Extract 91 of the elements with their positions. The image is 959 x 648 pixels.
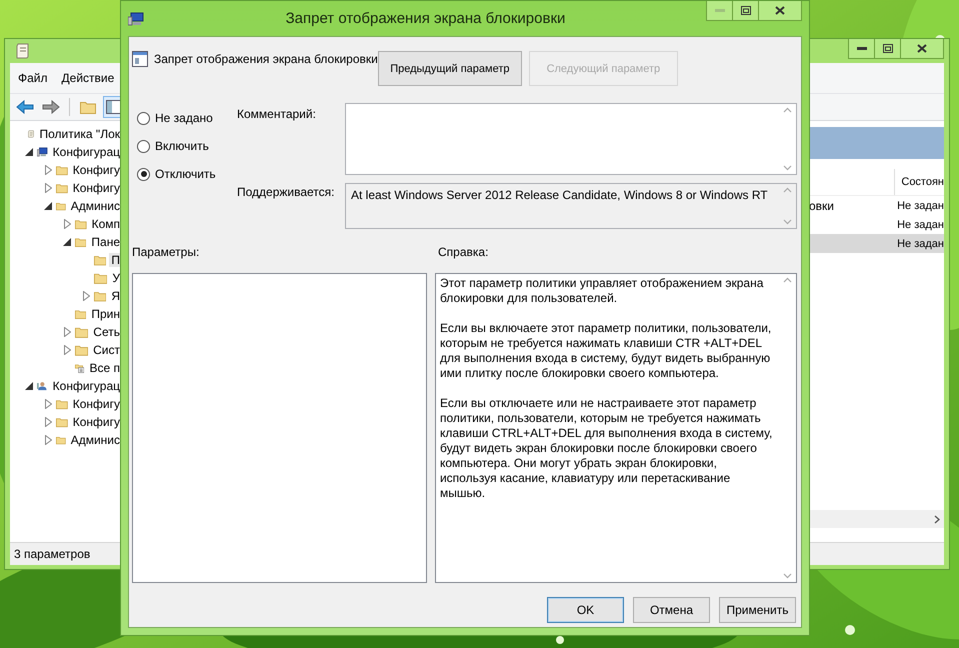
scroll-up-icon[interactable] <box>783 107 792 113</box>
collapsed-arrow-icon[interactable] <box>44 165 52 175</box>
collapsed-arrow-icon[interactable] <box>44 417 52 427</box>
tree-item[interactable]: Конфигу <box>70 163 122 177</box>
options-label: Параметры: <box>132 245 200 261</box>
table-cell: овки <box>809 198 834 212</box>
table-cell: Не задан <box>897 218 944 230</box>
menu-item[interactable]: Файл <box>18 71 48 85</box>
expanded-arrow-icon[interactable] <box>25 382 33 390</box>
panel-icon <box>106 100 122 114</box>
minimize-icon <box>714 8 724 12</box>
radio-option[interactable]: Не задано <box>137 108 237 128</box>
radio-button[interactable] <box>137 168 150 180</box>
help-label: Справка: <box>438 245 488 261</box>
close-icon <box>917 44 927 53</box>
tree-item[interactable]: Конфигурац <box>50 145 122 159</box>
maximize-icon <box>882 44 892 53</box>
back-arrow-icon <box>16 100 34 114</box>
radio-button[interactable] <box>137 140 150 152</box>
previous-setting-button[interactable]: Предыдущий параметр <box>378 51 522 86</box>
radio-option[interactable]: Отключить <box>137 164 237 184</box>
help-paragraph: Этот параметр политики управляет отображением экрана блокировки для пользователей. <box>440 276 764 306</box>
menu-item[interactable]: Действие <box>62 71 114 85</box>
setting-icon <box>132 51 148 67</box>
folder-icon <box>94 253 106 267</box>
tree-item[interactable]: Комп <box>90 217 122 231</box>
tree-item[interactable]: Все п <box>87 361 122 375</box>
scroll-icon <box>16 43 30 59</box>
minimize-button[interactable] <box>848 39 875 59</box>
supported-label: Поддерживается: <box>237 185 336 199</box>
status-text: 3 параметров <box>14 547 90 561</box>
radio-button[interactable] <box>137 112 150 124</box>
expanded-arrow-icon[interactable] <box>63 238 71 246</box>
tree-item[interactable]: Политика "Лок <box>37 127 122 141</box>
maximize-button[interactable] <box>874 39 901 59</box>
minimize-icon <box>856 46 866 50</box>
tree-item[interactable]: Конфигурац <box>50 379 122 393</box>
radio-option[interactable]: Включить <box>137 136 237 156</box>
table-cell: Не задан <box>897 200 944 212</box>
help-paragraph: Если вы отключаете или не настраиваете этот параметр политики, пользователи, которым не требуется нажимать клавиши CTRL+ALT+DEL для выполнения входа в систему, будут видеть экран блокировки после блокировки своего компьютера. Они могут убрать экран блокировки, используя касание, клавиатуру или перетаскивание мышью. <box>440 396 774 501</box>
computer-icon <box>128 12 144 26</box>
tree-item[interactable]: У <box>110 271 122 285</box>
horizontal-scrollbar[interactable] <box>809 510 944 528</box>
tree-item[interactable]: Конфигу <box>70 181 122 195</box>
comment-label: Комментарий: <box>237 107 317 121</box>
collapsed-arrow-icon[interactable] <box>44 435 52 445</box>
collapsed-arrow-icon[interactable] <box>82 291 90 301</box>
folder-icon <box>75 325 88 339</box>
dialog-button[interactable]: Применить <box>719 597 796 623</box>
help-paragraph: Если вы включаете этот параметр политики, пользователи, которым не требуется нажимать клавиши CTR +ALT+DEL для выполнения входа в систему, будут видеть выбранную ими плитку после блокировки своего компьютера. <box>440 321 772 381</box>
folder-icon <box>94 289 106 303</box>
dialog-button[interactable]: Отмена <box>633 597 710 623</box>
close-button[interactable] <box>900 39 944 59</box>
scroll-down-icon[interactable] <box>783 165 792 171</box>
collapsed-arrow-icon[interactable] <box>44 399 52 409</box>
window-title: Запрет отображения экрана блокировки <box>284 10 566 27</box>
tree-item[interactable]: Админис <box>68 199 122 213</box>
tree-item[interactable]: Сеть <box>91 325 122 339</box>
collapsed-arrow-icon[interactable] <box>64 345 70 355</box>
expanded-arrow-icon[interactable] <box>25 148 33 156</box>
tree-item[interactable]: Сист <box>91 343 122 357</box>
maximize-button[interactable] <box>732 1 759 21</box>
column-header[interactable]: Состоян <box>894 169 944 195</box>
list-row[interactable]: Не задан <box>809 234 944 253</box>
comment-field[interactable] <box>345 103 797 175</box>
tree-item[interactable]: Я <box>109 289 122 303</box>
setting-title: Запрет отображения экрана блокировки <box>154 52 378 66</box>
scroll-up-icon[interactable] <box>783 187 792 193</box>
collapsed-arrow-icon[interactable] <box>64 327 70 337</box>
tree-item[interactable]: Прин <box>89 307 122 321</box>
forward-arrow-icon <box>42 100 60 114</box>
folder-icon <box>75 343 88 357</box>
tree-item[interactable]: Конфигу <box>70 415 122 429</box>
close-button[interactable] <box>758 1 802 21</box>
collapsed-arrow-icon[interactable] <box>44 183 52 193</box>
scroll-up-icon[interactable] <box>783 277 792 283</box>
tree-item[interactable]: Пане <box>89 235 122 249</box>
scroll-right-icon[interactable] <box>934 514 940 524</box>
scroll-down-icon[interactable] <box>783 219 792 225</box>
expanded-arrow-icon[interactable] <box>44 202 52 210</box>
collapsed-arrow-icon[interactable] <box>64 219 70 229</box>
tree-item[interactable]: Конфигу <box>70 397 122 411</box>
folder-icon <box>94 271 108 285</box>
supported-field: At least Windows Server 2012 Release Candidate, Windows 8 or Windows RT <box>345 183 797 229</box>
maximize-icon <box>740 6 750 15</box>
tree-item[interactable]: Админис <box>68 433 122 447</box>
folder-icon <box>80 100 96 114</box>
scroll-down-icon[interactable] <box>783 573 792 579</box>
dialog-button[interactable]: OK <box>547 597 624 623</box>
close-icon <box>775 6 785 15</box>
table-cell: Не задан <box>897 238 944 250</box>
